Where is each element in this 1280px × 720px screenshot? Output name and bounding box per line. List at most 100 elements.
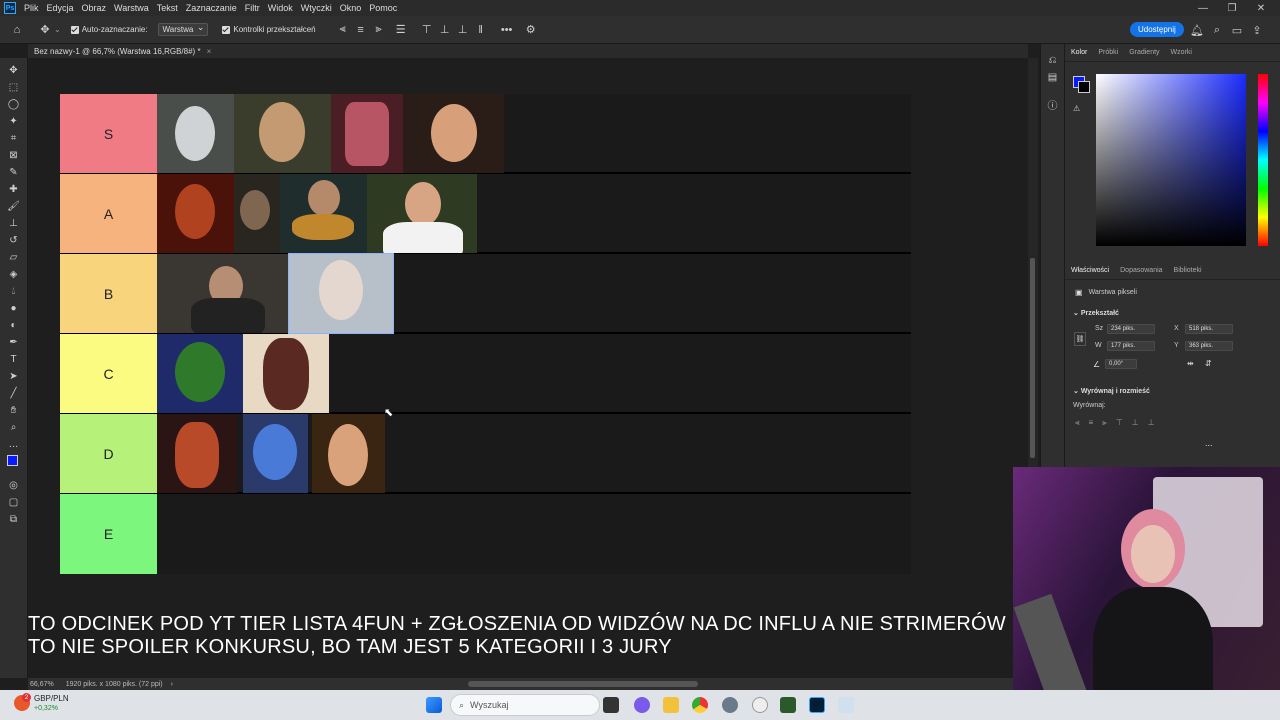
menu-wtyczki[interactable]: Wtyczki — [301, 3, 332, 13]
align-left-icon[interactable]: ⫷ — [1075, 418, 1080, 428]
menu-edycja[interactable]: Edycja — [47, 3, 74, 13]
align-right-icon[interactable]: ⫸ — [370, 21, 388, 39]
crop-tool-icon[interactable]: ⌗ — [4, 130, 24, 147]
color-swatches[interactable] — [4, 453, 24, 477]
search-icon[interactable]: ⌕ — [1208, 21, 1226, 39]
width-field[interactable]: 234 piks. — [1107, 324, 1155, 334]
snipping-tool-icon[interactable] — [838, 697, 854, 713]
flip-horizontal-icon[interactable]: ⇹ — [1187, 359, 1194, 368]
menu-obraz[interactable]: Obraz — [82, 3, 107, 13]
marquee-tool-icon[interactable]: ⬚ — [4, 79, 24, 96]
tab-dopasowania[interactable]: Dopasowania — [1120, 267, 1162, 274]
frame-tool-icon[interactable]: ⊠ — [4, 147, 24, 164]
tier-image[interactable] — [157, 414, 237, 493]
eraser-icon[interactable]: ▱ — [4, 249, 24, 266]
align-left-icon[interactable]: ⫷ — [334, 21, 352, 39]
menu-plik[interactable]: Plik — [24, 3, 39, 13]
selected-tier-image[interactable] — [288, 253, 394, 334]
share-panel-icon[interactable]: ⇪ — [1248, 21, 1266, 39]
restore-icon[interactable]: ❐ — [1219, 0, 1245, 16]
align-section-header[interactable]: ⌄ Wyrównaj i rozmieść — [1073, 387, 1150, 395]
zoom-tool-icon[interactable]: ⌕ — [4, 419, 24, 436]
discord-icon[interactable] — [634, 697, 650, 713]
blur-tool-icon[interactable]: 💧︎ — [4, 283, 24, 300]
dodge-tool-icon[interactable]: ● — [4, 300, 24, 317]
link-icon[interactable]: ⛓ — [1074, 332, 1086, 346]
align-hcenter-icon[interactable]: ≡ — [1089, 418, 1094, 428]
tier-image[interactable] — [157, 94, 234, 173]
home-icon[interactable]: ⌂ — [8, 21, 26, 39]
task-view-icon[interactable] — [603, 697, 619, 713]
auto-select-checkbox[interactable] — [70, 25, 79, 34]
line-tool-icon[interactable]: ╱ — [4, 385, 24, 402]
align-top-icon[interactable]: ⊤ — [1116, 418, 1123, 428]
align-top-icon[interactable]: ⊤ — [418, 21, 436, 39]
align-vcenter-icon[interactable]: ⊥ — [1132, 418, 1139, 428]
distribute-icon[interactable]: ☰ — [392, 21, 410, 39]
tier-image[interactable] — [157, 334, 243, 413]
tier-image[interactable] — [157, 254, 289, 333]
tab-kolor[interactable]: Kolor — [1071, 49, 1087, 56]
chrome-icon[interactable] — [692, 697, 708, 713]
tier-image[interactable] — [403, 94, 504, 173]
tab-probki[interactable]: Próbki — [1098, 49, 1118, 56]
steam-icon[interactable] — [722, 697, 738, 713]
magic-wand-icon[interactable]: ✦ — [4, 113, 24, 130]
tier-image[interactable] — [234, 174, 280, 253]
more-tools-icon[interactable]: … — [4, 436, 24, 453]
comments-icon[interactable]: ▤ — [1043, 69, 1063, 86]
move-tool-icon[interactable]: ✥ — [36, 21, 54, 39]
color-picker-field[interactable] — [1096, 74, 1246, 246]
hue-slider[interactable] — [1258, 74, 1268, 246]
x-field[interactable]: 518 piks. — [1185, 324, 1233, 334]
menu-zaznaczanie[interactable]: Zaznaczanie — [186, 3, 237, 13]
frame-icon[interactable]: ⧉ — [4, 511, 24, 528]
menu-okno[interactable]: Okno — [340, 3, 362, 13]
tier-image[interactable] — [243, 414, 308, 493]
brush-tool-icon[interactable]: 🖌︎ — [4, 198, 24, 215]
align-bottom-icon[interactable]: ⊥ — [454, 21, 472, 39]
chevron-right-icon[interactable]: › — [171, 681, 173, 688]
minimize-icon[interactable]: — — [1190, 0, 1216, 16]
hand-tool-icon[interactable]: ✋︎ — [4, 402, 24, 419]
info-icon[interactable]: ⓘ — [1043, 96, 1063, 113]
tab-wzorki[interactable]: Wzorki — [1171, 49, 1192, 56]
chevron-down-icon[interactable]: ⌄ — [54, 25, 61, 34]
more-options-icon[interactable]: ... — [1205, 438, 1213, 448]
tab-gradienty[interactable]: Gradienty — [1129, 49, 1159, 56]
paint-bucket-icon[interactable]: ◈ — [4, 266, 24, 283]
y-field[interactable]: 363 piks. — [1185, 341, 1233, 351]
path-select-icon[interactable]: ➤ — [4, 368, 24, 385]
pen-tool-icon[interactable]: ✒ — [4, 334, 24, 351]
file-explorer-icon[interactable] — [663, 697, 679, 713]
photoshop-taskbar-icon[interactable] — [809, 697, 825, 713]
menu-filtr[interactable]: Filtr — [245, 3, 260, 13]
tier-image[interactable] — [331, 94, 403, 173]
document-tab[interactable]: Bez nazwy-1 @ 66,7% (Warstwa 16,RGB/8#) … — [28, 44, 1028, 58]
tab-wlasciwosci[interactable]: Właściwości — [1071, 267, 1109, 274]
auto-select-dropdown[interactable]: Warstwa — [157, 22, 209, 36]
tier-image[interactable] — [312, 414, 385, 493]
healing-brush-icon[interactable]: ✚ — [4, 181, 24, 198]
type-tool-icon[interactable]: T — [4, 351, 24, 368]
menu-pomoc[interactable]: Pomoc — [369, 3, 397, 13]
more-options-icon[interactable]: ••• — [498, 21, 516, 39]
document-info[interactable]: 1920 piks. x 1080 piks. (72 ppi) — [66, 681, 163, 688]
tier-image[interactable] — [243, 334, 329, 413]
scrollbar-thumb[interactable] — [1030, 258, 1035, 458]
menu-warstwa[interactable]: Warstwa — [114, 3, 149, 13]
taskbar-search[interactable]: ⌕ Wyszukaj — [450, 694, 600, 716]
clone-stamp-icon[interactable]: ⊥ — [4, 215, 24, 232]
app-icon[interactable] — [780, 697, 796, 713]
windows-start-icon[interactable] — [426, 697, 442, 713]
background-swatch[interactable] — [1078, 81, 1090, 93]
tier-image[interactable] — [234, 94, 331, 173]
transform-controls-checkbox[interactable] — [222, 25, 231, 34]
move-tool-icon[interactable]: ✥ — [4, 62, 24, 79]
screen-mode-icon[interactable]: ▢ — [4, 494, 24, 511]
height-field[interactable]: 177 piks. — [1107, 341, 1155, 351]
tier-list-canvas[interactable]: S A B C D E — [60, 94, 911, 574]
tab-biblioteki[interactable]: Biblioteki — [1174, 267, 1202, 274]
menu-tekst[interactable]: Tekst — [157, 3, 178, 13]
photoshop-logo-icon[interactable]: Ps — [4, 2, 16, 14]
